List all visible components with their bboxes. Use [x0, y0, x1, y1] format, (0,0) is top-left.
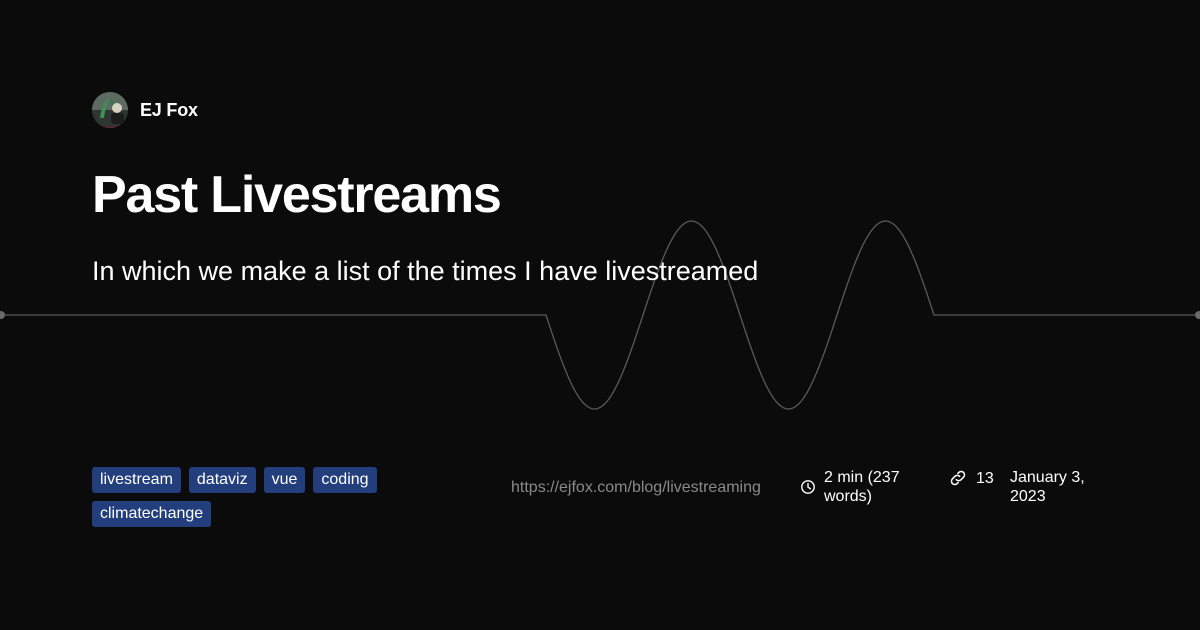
- reading-time: 2 min (237 words): [800, 468, 924, 506]
- avatar: [92, 92, 128, 128]
- author-name: EJ Fox: [140, 99, 198, 120]
- reading-time-text: 2 min (237 words): [824, 469, 900, 505]
- author-info: EJ Fox: [92, 92, 198, 128]
- tag-vue[interactable]: vue: [263, 467, 306, 493]
- page-subtitle: In which we make a list of the times I h…: [92, 256, 759, 286]
- clock-icon: [801, 480, 815, 494]
- link-count-text: 13: [976, 469, 994, 487]
- post-url[interactable]: https://ejfox.com/blog/livestreaming: [511, 478, 761, 498]
- link-icon: [950, 470, 966, 486]
- tag-climatechange[interactable]: climatechange: [92, 501, 212, 527]
- social-card: EJ Fox Past Livestreams In which we make…: [0, 0, 1200, 630]
- waveform-start-dot: [0, 311, 5, 319]
- tag-list: livestream dataviz vue coding climatecha…: [92, 467, 412, 527]
- tag-livestream[interactable]: livestream: [92, 467, 181, 493]
- tag-coding[interactable]: coding: [313, 467, 377, 493]
- tag-dataviz[interactable]: dataviz: [188, 467, 256, 493]
- publish-date-text: January 3, 2023: [1010, 469, 1085, 505]
- waveform-end-dot: [1195, 311, 1200, 319]
- page-title: Past Livestreams: [92, 166, 502, 224]
- publish-date: January 3, 2023: [1010, 468, 1120, 506]
- link-count: 13: [948, 468, 994, 488]
- waveform-line: [1, 220, 1199, 410]
